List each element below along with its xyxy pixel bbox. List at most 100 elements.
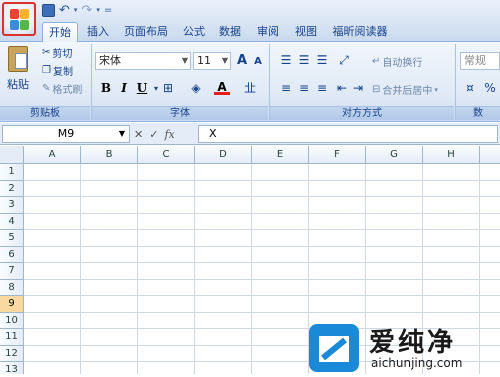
select-all-button[interactable] — [0, 146, 24, 164]
name-box[interactable]: M9 ▼ — [2, 125, 130, 143]
tab-insert[interactable]: 插入 — [84, 22, 112, 42]
font-size-value: 11 — [197, 54, 211, 67]
font-color-button[interactable]: A — [214, 79, 230, 95]
undo-icon[interactable]: ↶ — [59, 3, 70, 18]
save-icon[interactable] — [42, 3, 55, 17]
shrink-font-button[interactable]: A — [250, 54, 266, 70]
row-header-3[interactable]: 3 — [0, 197, 24, 214]
grid-line — [24, 245, 500, 247]
paste-label: 粘贴 — [7, 78, 29, 91]
grid-line — [24, 212, 500, 214]
align-right-icon[interactable]: ≡ — [314, 80, 330, 96]
format-painter-button[interactable]: ✎ 格式刷 — [42, 81, 82, 96]
align-bottom-icon[interactable]: ☰ — [314, 52, 330, 68]
formula-buttons: ✕ ✓ fx — [134, 126, 175, 142]
enter-icon[interactable]: ✓ — [149, 128, 158, 141]
column-header-b[interactable]: B — [81, 146, 138, 164]
chevron-down-icon: ▾ — [434, 85, 438, 94]
copy-icon: ❐ — [42, 65, 51, 76]
cancel-icon[interactable]: ✕ — [134, 128, 143, 141]
brush-icon: ✎ — [42, 83, 51, 94]
grow-font-button[interactable]: A — [234, 53, 250, 69]
row-header-6[interactable]: 6 — [0, 246, 24, 263]
row-header-10[interactable]: 10 — [0, 312, 24, 329]
wrap-text-button[interactable]: ↵ 自动换行 — [372, 54, 422, 69]
copy-label: 复制 — [52, 67, 73, 78]
number-format-select[interactable]: 常规 — [460, 52, 500, 70]
row-header-5[interactable]: 5 — [0, 230, 24, 247]
ribbon: 粘贴 ✂ 剪切 ❐ 复制 ✎ 格式刷 剪贴板 宋体 ▼ 11 ▼ A A B I U ▾ … — [0, 42, 500, 122]
paste-button[interactable]: 粘贴 — [4, 46, 32, 92]
column-header-e[interactable]: E — [252, 146, 309, 164]
align-left-icon[interactable]: ≡ — [278, 80, 294, 96]
align-center-icon[interactable]: ≡ — [296, 80, 312, 96]
align-top-icon[interactable]: ☰ — [278, 52, 294, 68]
grid-line — [24, 179, 500, 181]
tab-formulas[interactable]: 公式 — [180, 22, 208, 42]
font-group-label: 字体 — [92, 106, 268, 120]
align-middle-icon[interactable]: ☰ — [296, 52, 312, 68]
grid-line — [24, 196, 500, 197]
decrease-indent-icon[interactable]: ⇤ — [334, 80, 350, 96]
cut-button[interactable]: ✂ 剪切 — [42, 45, 72, 60]
paste-icon — [8, 46, 28, 72]
borders-icon[interactable]: ⊞ — [160, 80, 176, 96]
font-name-select[interactable]: 宋体 ▼ — [95, 52, 191, 70]
italic-button[interactable]: I — [116, 80, 132, 96]
row-header-13[interactable]: 13 — [0, 362, 24, 374]
bold-button[interactable]: B — [98, 80, 114, 96]
percent-icon[interactable]: % — [482, 80, 498, 96]
row-header-9[interactable]: 9 — [0, 296, 24, 313]
merge-center-button[interactable]: ⊟ 合并后居中 ▾ — [372, 82, 438, 97]
increase-indent-icon[interactable]: ⇥ — [350, 80, 366, 96]
row-header-7[interactable]: 7 — [0, 263, 24, 280]
row-header-11[interactable]: 11 — [0, 329, 24, 346]
customize-qat-icon[interactable]: = — [104, 5, 112, 16]
column-header-g[interactable]: G — [366, 146, 423, 164]
insert-function-icon[interactable]: fx — [164, 128, 174, 141]
number-group-label: 数 — [456, 106, 500, 120]
tab-foxit-reader[interactable]: 福昕阅读器 — [328, 22, 392, 42]
watermark-logo: 爱纯净 aichunjing.com — [305, 322, 500, 374]
tab-view[interactable]: 视图 — [292, 22, 320, 42]
scissors-icon: ✂ — [42, 47, 51, 58]
undo-dropdown-icon[interactable]: ▾ — [74, 6, 78, 14]
office-button[interactable] — [2, 2, 36, 36]
watermark-url: aichunjing.com — [371, 356, 463, 370]
redo-dropdown-icon[interactable]: ▾ — [96, 6, 100, 14]
merge-icon: ⊟ — [372, 84, 381, 95]
row-header-2[interactable]: 2 — [0, 180, 24, 197]
phonetic-icon[interactable]: 㐀 — [242, 80, 258, 96]
tab-review[interactable]: 审阅 — [254, 22, 282, 42]
formula-content: X — [209, 127, 217, 140]
row-header-8[interactable]: 8 — [0, 279, 24, 296]
row-header-12[interactable]: 12 — [0, 345, 24, 362]
chevron-down-icon[interactable]: ▼ — [119, 126, 125, 142]
fill-color-icon[interactable]: ◈ — [188, 80, 204, 96]
name-box-value: M9 — [57, 127, 75, 140]
orientation-icon[interactable]: ⤢ — [336, 52, 352, 68]
grid-line — [24, 311, 500, 313]
tab-page-layout[interactable]: 页面布局 — [120, 22, 172, 42]
font-size-select[interactable]: 11 ▼ — [193, 52, 231, 70]
row-header-4[interactable]: 4 — [0, 213, 24, 230]
tab-home[interactable]: 开始 — [42, 22, 78, 43]
grid-line — [24, 262, 500, 263]
currency-icon[interactable]: ¤ — [462, 80, 478, 96]
formula-input[interactable]: X — [198, 125, 498, 143]
redo-icon[interactable]: ↷ — [81, 3, 92, 18]
column-header-h[interactable]: H — [423, 146, 480, 164]
ribbon-tabs: 开始 插入 页面布局 公式 数据 审阅 视图 福昕阅读器 — [0, 20, 500, 43]
format-painter-label: 格式刷 — [52, 85, 83, 96]
row-header-1[interactable]: 1 — [0, 164, 24, 181]
column-header-a[interactable]: A — [24, 146, 81, 164]
grid-line — [24, 278, 500, 280]
tab-data[interactable]: 数据 — [216, 22, 244, 42]
copy-button[interactable]: ❐ 复制 — [42, 63, 73, 78]
column-header-d[interactable]: D — [195, 146, 252, 164]
number-format-value: 常规 — [464, 54, 486, 67]
column-header-c[interactable]: C — [138, 146, 195, 164]
column-header-extra[interactable] — [480, 146, 500, 164]
column-header-f[interactable]: F — [309, 146, 366, 164]
merge-center-label: 合并后居中 — [382, 86, 433, 97]
